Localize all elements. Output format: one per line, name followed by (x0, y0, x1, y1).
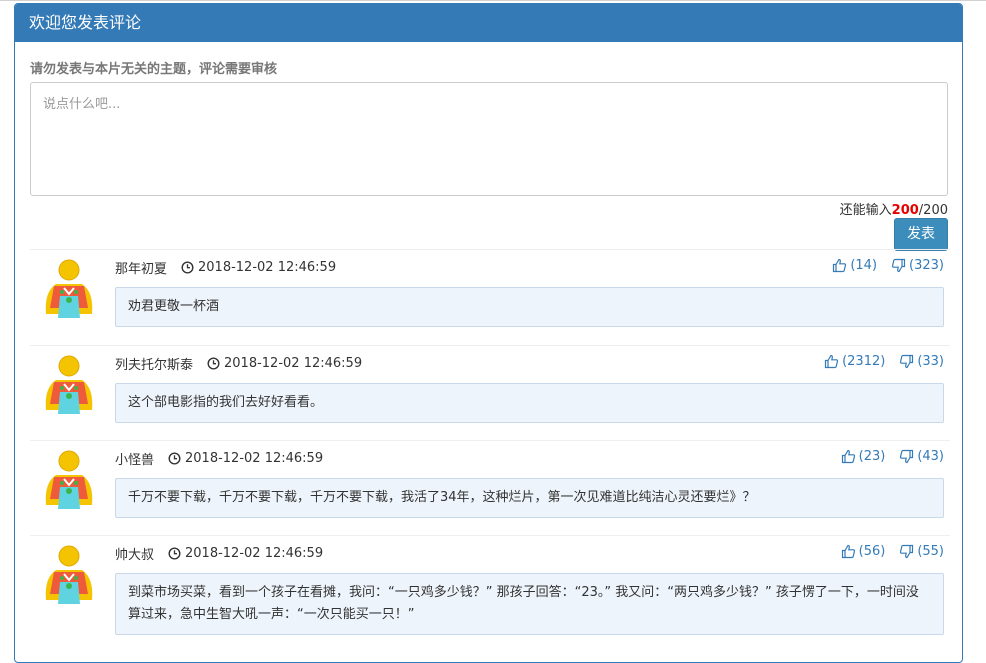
comment-notice: 请勿发表与本片无关的主题，评论需要审核 (30, 62, 278, 77)
panel-title: 欢迎您发表评论 (15, 4, 962, 42)
thumbs-up-icon (841, 449, 855, 464)
thumbs-down-icon (891, 258, 906, 273)
like-count: (56) (858, 544, 886, 559)
like-count: (14) (850, 258, 878, 273)
comment-item: 列夫托尔斯泰 2018-12-02 12:46:59 (2312) (33) 这… (30, 345, 950, 439)
comment-item: 那年初夏 2018-12-02 12:46:59 (14) (323) 劝君更敬… (30, 249, 950, 343)
comment-time-text: 2018-12-02 12:46:59 (198, 260, 337, 275)
avatar-icon (45, 545, 93, 604)
thumbs-up-icon (841, 544, 855, 559)
comment-input[interactable] (30, 82, 948, 196)
comment-panel: 欢迎您发表评论 请勿发表与本片无关的主题，评论需要审核 还能输入200/200 … (14, 3, 963, 663)
thumbs-down-icon (900, 354, 914, 369)
comment-meta: 帅大叔 2018-12-02 12:46:59 (115, 544, 323, 563)
comment-item: 帅大叔 2018-12-02 12:46:59 (56) (55) 到菜市场买菜… (30, 535, 950, 646)
thumbs-up-icon (824, 354, 839, 369)
comment-item: 小怪兽 2018-12-02 12:46:59 (23) (43) 千万不要下载… (30, 440, 950, 534)
comment-text: 劝君更敬一杯酒 (115, 287, 944, 327)
vote-group: (56) (55) (841, 544, 944, 559)
like-button[interactable]: (56) (841, 544, 886, 559)
vote-group: (14) (323) (832, 258, 944, 273)
clock-icon (181, 261, 194, 274)
comment-user: 列夫托尔斯泰 (115, 358, 194, 373)
like-button[interactable]: (14) (832, 258, 877, 273)
dislike-count: (323) (909, 258, 944, 273)
avatar-icon (45, 450, 93, 509)
thumbs-up-icon (833, 258, 847, 273)
top-divider (0, 0, 986, 1)
like-button[interactable]: (2312) (824, 354, 885, 369)
comment-text: 到菜市场买菜，看到一个孩子在看摊，我问：“一只鸡多少钱？” 那孩子回答：“23。… (115, 573, 944, 635)
comment-time: 2018-12-02 12:46:59 (168, 546, 323, 561)
comment-time: 2018-12-02 12:46:59 (207, 356, 362, 371)
dislike-count: (55) (917, 544, 944, 559)
vote-group: (2312) (33) (824, 354, 944, 369)
dislike-button[interactable]: (43) (899, 449, 944, 464)
thumbs-down-icon (900, 449, 914, 464)
clock-icon (207, 357, 220, 370)
counter-prefix: 还能输入 (839, 203, 892, 218)
comment-time-text: 2018-12-02 12:46:59 (185, 451, 324, 466)
clock-icon (168, 547, 181, 560)
dislike-count: (33) (917, 354, 944, 369)
counter-remaining: 200 (891, 203, 919, 218)
comment-time: 2018-12-02 12:46:59 (168, 451, 323, 466)
thumbs-down-icon (900, 544, 914, 559)
avatar-icon (45, 355, 93, 414)
vote-group: (23) (43) (841, 449, 944, 464)
dislike-button[interactable]: (33) (899, 354, 944, 369)
dislike-button[interactable]: (323) (891, 258, 944, 273)
like-button[interactable]: (23) (841, 449, 886, 464)
comment-user: 帅大叔 (115, 548, 155, 563)
avatar-icon (45, 259, 93, 318)
like-count: (23) (858, 449, 886, 464)
like-count: (2312) (842, 354, 886, 369)
char-counter: 还能输入200/200 (840, 199, 948, 218)
counter-suffix: /200 (918, 203, 948, 218)
comment-meta: 列夫托尔斯泰 2018-12-02 12:46:59 (115, 354, 362, 373)
submit-button[interactable]: 发表 (894, 218, 948, 251)
dislike-count: (43) (917, 449, 944, 464)
comment-meta: 小怪兽 2018-12-02 12:46:59 (115, 449, 323, 468)
comment-user: 小怪兽 (115, 453, 155, 468)
comment-user: 那年初夏 (115, 262, 168, 277)
comment-time-text: 2018-12-02 12:46:59 (185, 546, 324, 561)
clock-icon (168, 452, 181, 465)
comment-text: 千万不要下载，千万不要下载，千万不要下载，我活了34年，这种烂片，第一次见难道比… (115, 478, 944, 518)
comment-meta: 那年初夏 2018-12-02 12:46:59 (115, 258, 336, 277)
dislike-button[interactable]: (55) (899, 544, 944, 559)
comment-time: 2018-12-02 12:46:59 (181, 260, 336, 275)
comment-time-text: 2018-12-02 12:46:59 (224, 356, 363, 371)
comment-text: 这个部电影指的我们去好好看看。 (115, 383, 944, 423)
